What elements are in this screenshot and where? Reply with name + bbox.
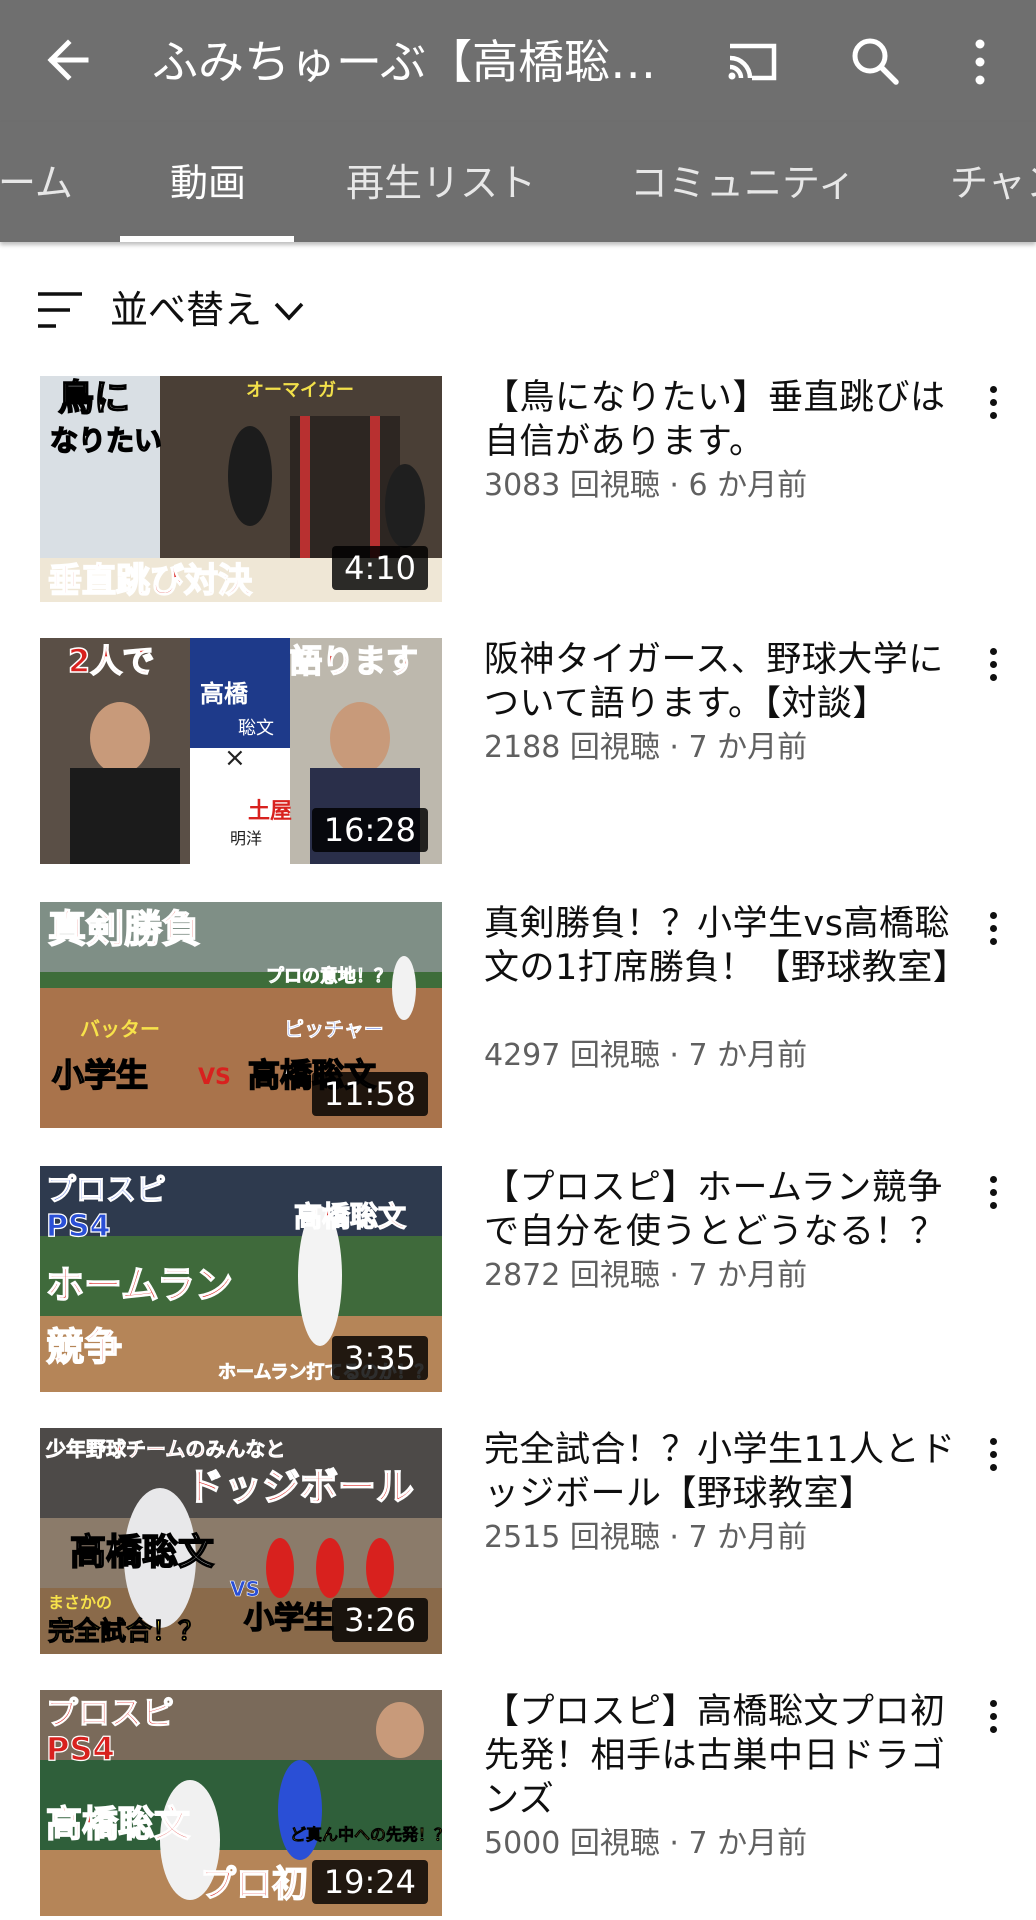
video-more-icon[interactable] (976, 642, 1010, 686)
thumb-text: オーマイガー (246, 380, 354, 401)
thumb-text: 2人で (68, 642, 154, 680)
video-meta: 4297 回視聴 · 7 か月前 (484, 1038, 808, 1073)
sort-control[interactable]: 並べ替え (0, 268, 1036, 352)
thumb-text: 聡文 (238, 718, 274, 739)
video-more-icon[interactable] (976, 1170, 1010, 1214)
thumb-text: 高橋 (200, 680, 249, 708)
thumb-text: ど真ん中への先発！？ (290, 1825, 442, 1844)
video-item[interactable]: 真剣勝負 プロの意地！？ バッター ピッチャー 小学生 VS 高橋聡文 11:5… (0, 902, 1036, 1132)
tab-community[interactable]: コミュニティ (630, 158, 856, 208)
thumb-text: プロスピ (46, 1694, 174, 1732)
thumb-text: プロ初 (200, 1864, 308, 1905)
thumb-text: ホームラン (46, 1263, 233, 1307)
thumb-text: 小学生 (244, 1601, 334, 1636)
video-more-icon[interactable] (976, 1432, 1010, 1476)
thumb-text: 少年野球チームのみんなと (45, 1437, 285, 1461)
video-thumbnail[interactable]: 真剣勝負 プロの意地！？ バッター ピッチャー 小学生 VS 高橋聡文 11:5… (40, 902, 442, 1128)
tab-videos[interactable]: 動画 (170, 158, 246, 208)
back-arrow-icon[interactable] (40, 30, 100, 90)
video-thumbnail[interactable]: 鳥に なりたい オーマイガー 垂直跳び対決 4:10 (40, 376, 442, 602)
tab-home[interactable]: ーム (0, 158, 73, 208)
thumb-text: 高橋聡文 (294, 1200, 406, 1233)
video-duration: 3:26 (332, 1598, 428, 1642)
video-meta: 3083 回視聴 · 6 か月前 (484, 468, 808, 503)
thumb-text: 鳥に (58, 378, 130, 419)
thumb-text: 高橋聡文 (70, 1532, 214, 1573)
sort-label: 並べ替え (110, 288, 263, 332)
video-title[interactable]: 【鳥になりたい】垂直跳びは自信があります。 (484, 376, 962, 464)
video-more-icon[interactable] (976, 1694, 1010, 1738)
thumb-text: PS4 (46, 1730, 115, 1768)
video-more-icon[interactable] (976, 906, 1010, 950)
video-item[interactable]: 鳥に なりたい オーマイガー 垂直跳び対決 4:10 【鳥になりたい】垂直跳びは… (0, 376, 1036, 606)
video-title[interactable]: 真剣勝負！？小学生vs高橋聡文の1打席勝負！【野球教室】 (484, 902, 968, 990)
thumb-text: 垂直跳び対決 (48, 561, 252, 601)
thumb-text: × (224, 743, 246, 773)
video-duration: 4:10 (332, 546, 428, 590)
thumb-text: 高橋聡文 (46, 1804, 190, 1845)
channel-title: ふみちゅーぶ【高橋聡… (152, 35, 657, 89)
video-meta: 2188 回視聴 · 7 か月前 (484, 730, 808, 765)
thumb-text: なりたい (50, 424, 162, 457)
video-more-icon[interactable] (976, 380, 1010, 424)
more-options-icon[interactable] (950, 32, 1010, 92)
video-meta: 5000 回視聴 · 7 か月前 (484, 1826, 808, 1861)
thumb-text: 語ります (290, 642, 418, 680)
thumb-text: 真剣勝負 (48, 907, 200, 951)
video-duration: 19:24 (311, 1860, 428, 1904)
video-meta: 2515 回視聴 · 7 か月前 (484, 1520, 808, 1555)
video-thumbnail[interactable]: 少年野球チームのみんなと ドッジボール 高橋聡文 VS 小学生 まさかの 完全試… (40, 1428, 442, 1654)
search-icon[interactable] (846, 32, 906, 92)
thumb-text: PS4 (46, 1209, 110, 1244)
video-duration: 3:35 (332, 1336, 428, 1380)
cast-icon[interactable] (722, 32, 782, 92)
thumb-text: 明洋 (230, 829, 262, 848)
video-title[interactable]: 【プロスピ】ホームラン競争で自分を使うとどうなる！？ (484, 1166, 962, 1254)
thumb-text: バッター (80, 1017, 160, 1041)
thumb-text: まさかの (48, 1593, 112, 1612)
video-title[interactable]: 阪神タイガース、野球大学について語ります。【対談】 (484, 638, 962, 726)
thumb-text: 完全試合！？ (48, 1616, 204, 1647)
active-tab-indicator (120, 236, 294, 242)
channel-tabs: ーム 動画 再生リスト コミュニティ チャン (0, 122, 1036, 242)
video-duration: 16:28 (311, 808, 428, 852)
video-item[interactable]: プロスピ PS4 ホームラン 競争 高橋聡文 ホームラン打てるのか！？ 3:35… (0, 1166, 1036, 1396)
chevron-down-icon (274, 302, 304, 321)
video-item[interactable]: 少年野球チームのみんなと ドッジボール 高橋聡文 VS 小学生 まさかの 完全試… (0, 1428, 1036, 1658)
tab-playlists[interactable]: 再生リスト (346, 158, 536, 208)
sort-icon (38, 292, 82, 328)
thumb-text: ピッチャー (284, 1017, 384, 1041)
thumb-text: ドッジボール (186, 1465, 414, 1509)
app-bar: ふみちゅーぶ【高橋聡… (0, 0, 1036, 122)
video-title[interactable]: 【プロスピ】高橋聡文プロ初先発！相手は古巣中日ドラゴンズ (484, 1690, 962, 1822)
tab-channels[interactable]: チャン (950, 158, 1036, 208)
thumb-text: VS (198, 1065, 231, 1090)
thumb-text: プロスピ (46, 1173, 166, 1208)
thumb-text: 競争 (46, 1325, 122, 1369)
thumb-text: プロの意地！？ (266, 965, 392, 987)
thumb-text: 小学生 (52, 1056, 148, 1094)
video-duration: 11:58 (311, 1072, 428, 1116)
video-item[interactable]: 2人で 語ります 高橋 聡文 × 土屋 明洋 16:28 阪神タイガース、野球大… (0, 638, 1036, 868)
video-thumbnail[interactable]: プロスピ PS4 高橋聡文 プロ初 ど真ん中への先発！？ 19:24 (40, 1690, 442, 1916)
video-thumbnail[interactable]: プロスピ PS4 ホームラン 競争 高橋聡文 ホームラン打てるのか！？ 3:35 (40, 1166, 442, 1392)
video-thumbnail[interactable]: 2人で 語ります 高橋 聡文 × 土屋 明洋 16:28 (40, 638, 442, 864)
thumb-text: VS (230, 1577, 260, 1601)
video-item[interactable]: プロスピ PS4 高橋聡文 プロ初 ど真ん中への先発！？ 19:24 【プロスピ… (0, 1690, 1036, 1920)
thumb-text: 土屋 (248, 799, 292, 824)
video-title[interactable]: 完全試合！？小学生11人とドッジボール【野球教室】 (484, 1428, 962, 1516)
video-meta: 2872 回視聴 · 7 か月前 (484, 1258, 808, 1293)
